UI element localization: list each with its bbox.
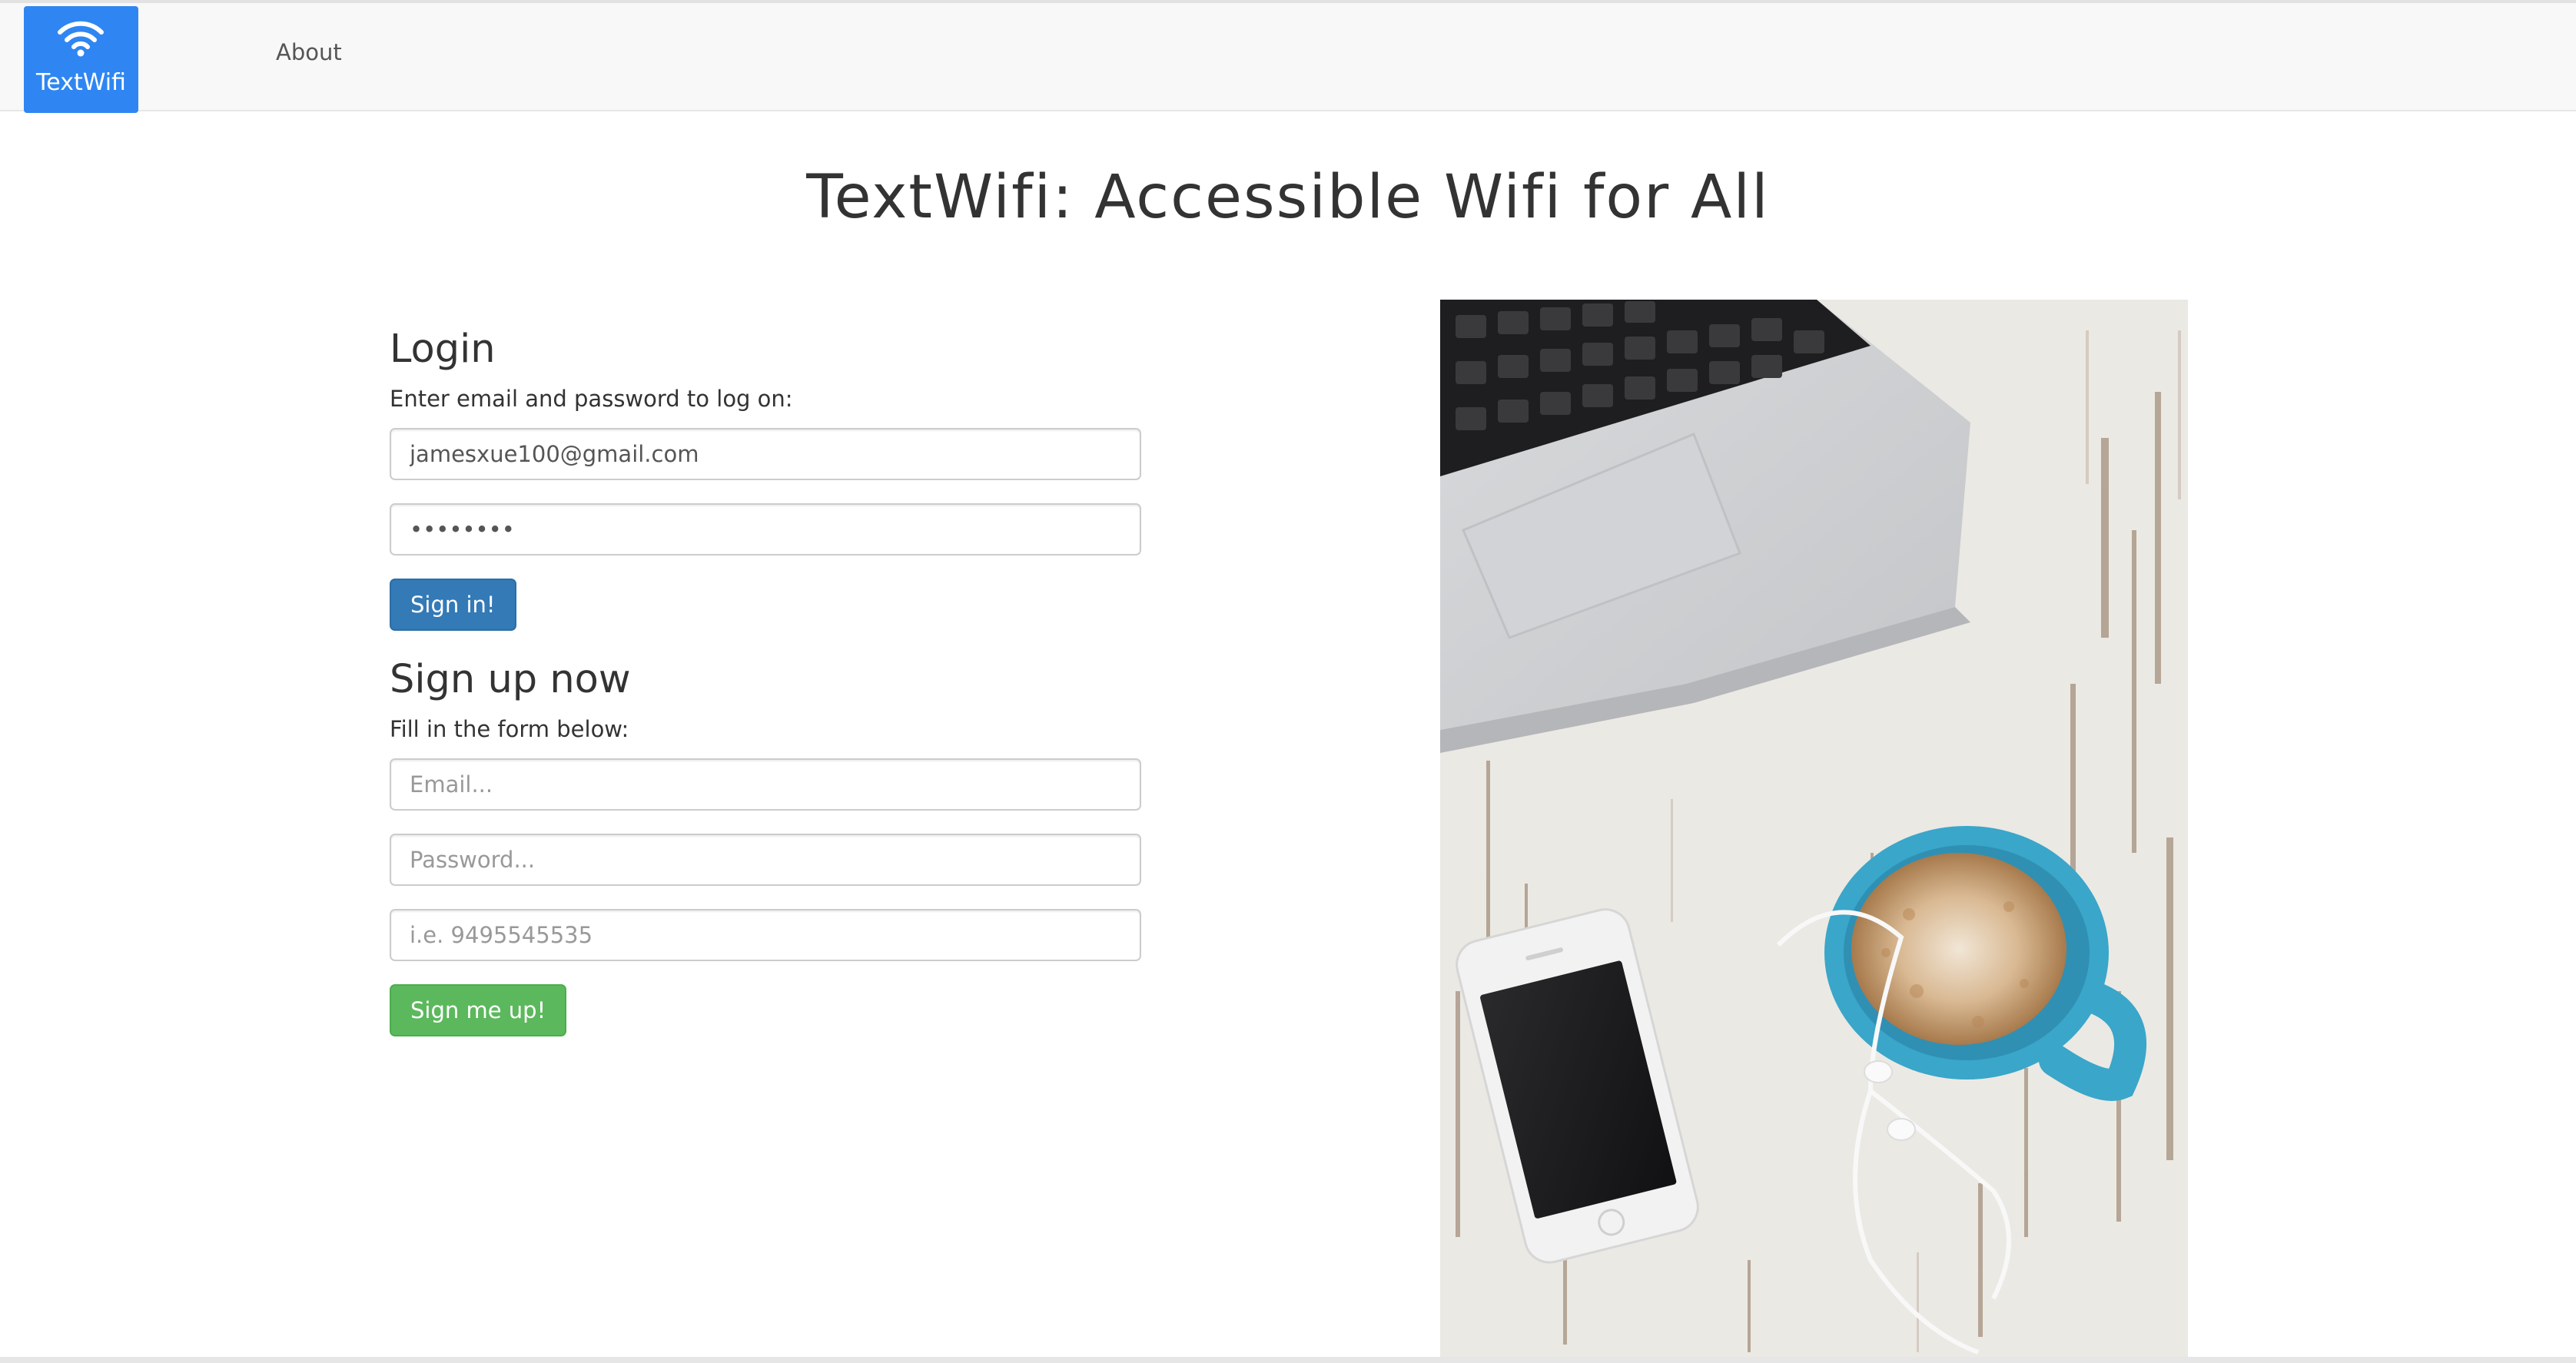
brand-logo[interactable]: TextWifi — [24, 6, 138, 113]
desk-photo-illustration — [1440, 300, 2188, 1360]
wifi-icon — [58, 21, 104, 57]
nav-about-link[interactable]: About — [276, 39, 342, 65]
sign-up-button[interactable]: Sign me up! — [390, 984, 567, 1036]
signup-phone-field[interactable] — [390, 909, 1141, 961]
login-heading: Login — [390, 327, 496, 372]
signup-password-field[interactable] — [390, 834, 1141, 886]
brand-label: TextWifi — [36, 69, 126, 96]
page-bottom-edge — [0, 1357, 2576, 1363]
sign-in-button[interactable]: Sign in! — [390, 579, 516, 631]
signup-heading: Sign up now — [390, 657, 631, 702]
page-title: TextWifi: Accessible Wifi for All — [806, 163, 1770, 232]
hero-photo — [1440, 300, 2188, 1360]
signup-subtitle: Fill in the form below: — [390, 716, 629, 742]
login-password-field[interactable] — [390, 503, 1141, 555]
login-subtitle: Enter email and password to log on: — [390, 386, 793, 412]
signup-email-field[interactable] — [390, 758, 1141, 811]
navbar: TextWifi About — [0, 0, 2576, 113]
login-email-field[interactable] — [390, 428, 1141, 480]
